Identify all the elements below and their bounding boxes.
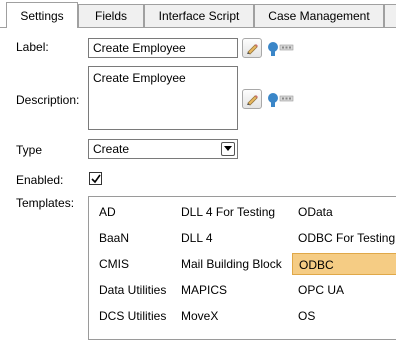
type-select[interactable]: Create [88, 139, 238, 159]
template-item[interactable]: Data Utilities [93, 279, 173, 301]
template-item[interactable]: MoveX [175, 305, 285, 327]
label-edit-button[interactable] [242, 38, 262, 58]
edit-pencil-icon [247, 95, 258, 106]
template-item[interactable]: DLL 4 For Testing [175, 201, 285, 223]
description-caption: Description: [16, 93, 80, 107]
enabled-checkbox[interactable] [89, 172, 102, 185]
description-textarea[interactable]: Create Employee [88, 66, 238, 130]
template-item[interactable]: MAPICS [175, 279, 285, 301]
tab-case-management[interactable]: Case Management [254, 4, 384, 27]
type-caption: Type [16, 143, 43, 157]
translate-key-icon[interactable] [266, 90, 294, 108]
type-select-value: Create [93, 142, 130, 156]
template-item[interactable]: AD [93, 201, 173, 223]
tab-settings[interactable]: Settings [6, 2, 78, 28]
template-item[interactable]: OPC UA [292, 279, 396, 301]
template-item-selected[interactable]: ODBC [292, 253, 396, 275]
enabled-caption: Enabled: [16, 173, 64, 187]
translate-key-icon[interactable] [266, 39, 294, 57]
tab-interface-script[interactable]: Interface Script [144, 4, 254, 27]
templates-caption: Templates: [16, 196, 75, 210]
template-item[interactable]: Mail Building Block [175, 253, 285, 275]
edit-pencil-icon [247, 44, 258, 55]
chevron-down-icon[interactable] [221, 142, 235, 156]
template-item[interactable]: DCS Utilities [93, 305, 173, 327]
description-edit-button[interactable] [242, 89, 262, 109]
template-item[interactable]: CMIS [93, 253, 173, 275]
label-caption: Label: [16, 40, 49, 54]
checkmark-icon [90, 174, 101, 183]
tab-fields[interactable]: Fields [78, 4, 144, 27]
template-item[interactable]: OS [292, 305, 396, 327]
template-item[interactable]: DLL 4 [175, 227, 285, 249]
tab-overflow[interactable] [384, 4, 396, 27]
template-item[interactable]: BaaN [93, 227, 173, 249]
templates-list[interactable]: AD BaaN CMIS Data Utilities DCS Utilitie… [88, 196, 396, 340]
template-item[interactable]: OData [292, 201, 396, 223]
template-item[interactable]: ODBC For Testing [292, 227, 396, 249]
label-input[interactable]: Create Employee [88, 38, 238, 58]
tab-strip: Settings Fields Interface Script Case Ma… [0, 0, 396, 28]
